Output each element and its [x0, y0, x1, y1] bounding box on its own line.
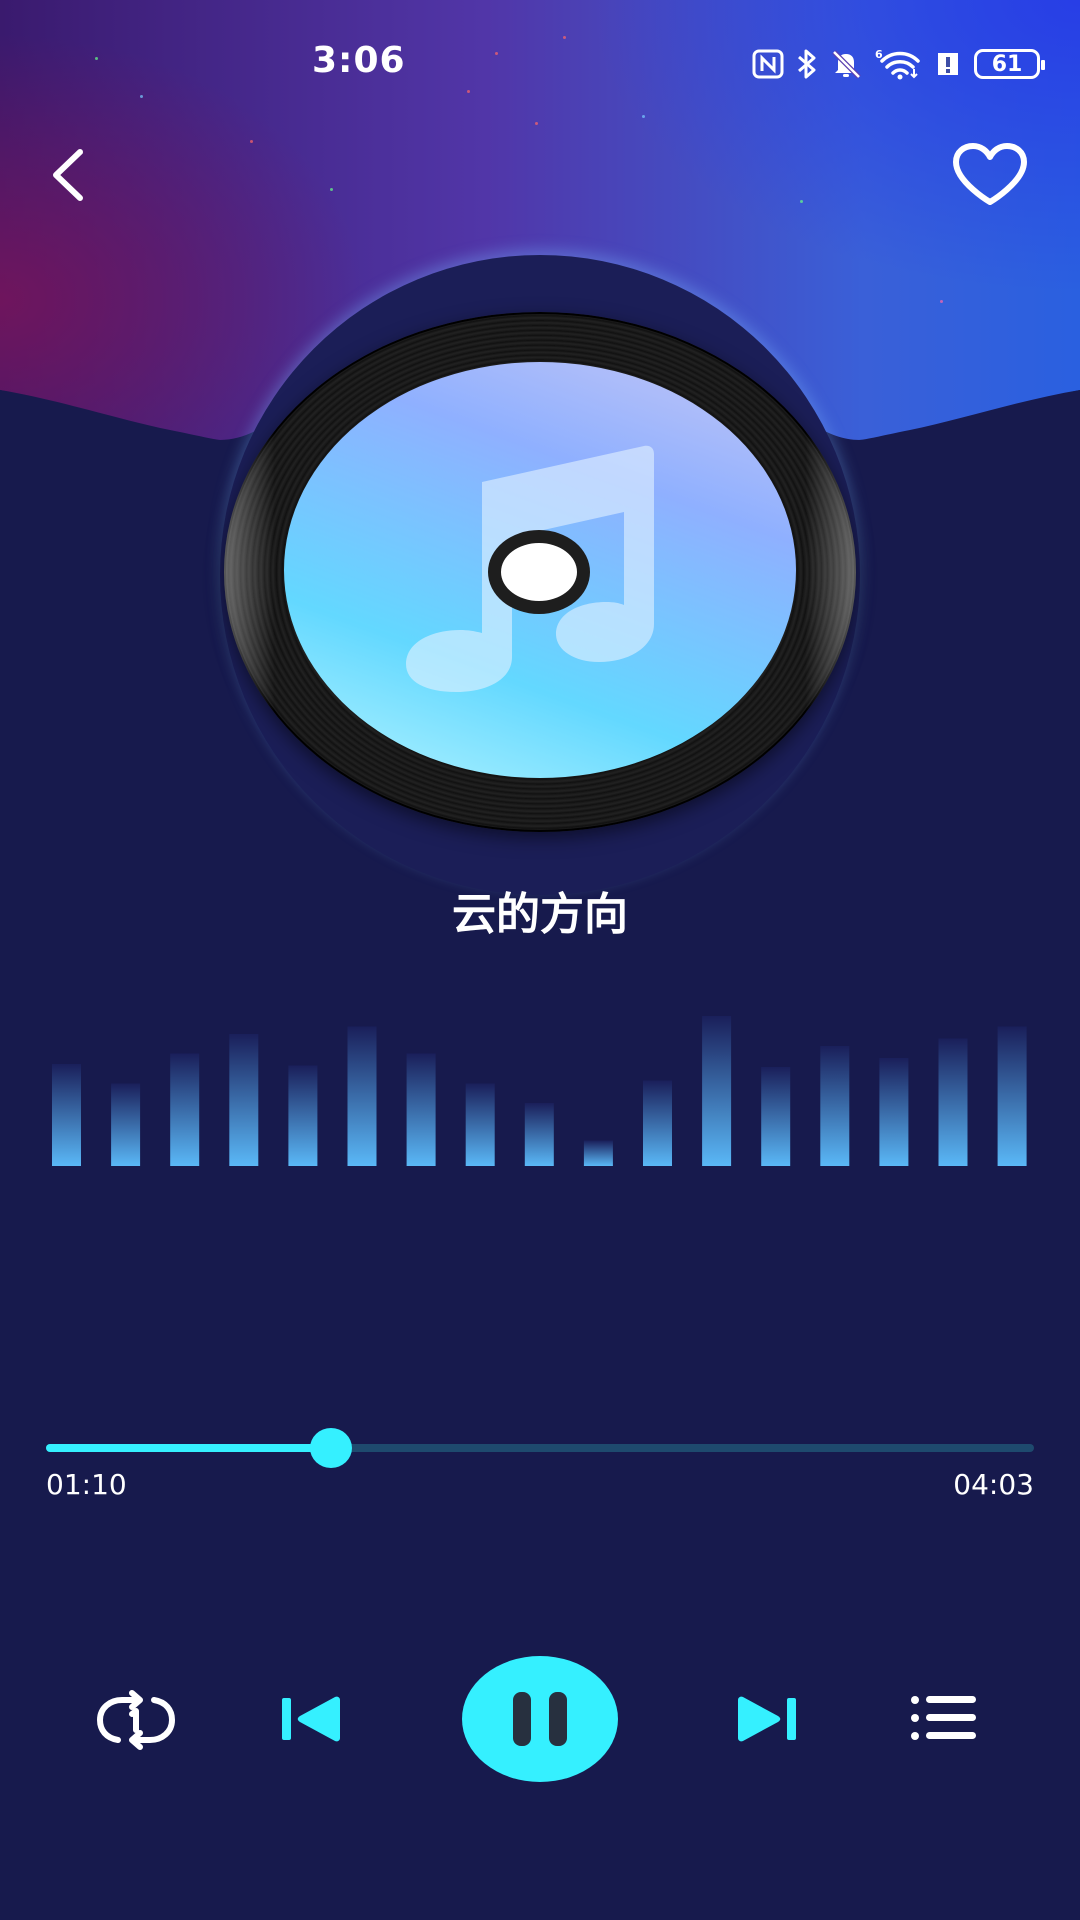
previous-button[interactable] — [282, 1694, 344, 1744]
pause-icon — [513, 1692, 567, 1746]
bluetooth-icon — [798, 49, 816, 79]
alert-icon — [938, 53, 958, 75]
decor-star — [535, 122, 538, 125]
audio-visualizer — [52, 1016, 1027, 1166]
total-duration: 04:03 — [953, 1468, 1034, 1501]
visualizer-bar — [288, 1065, 318, 1166]
visualizer-bar — [52, 1064, 81, 1166]
skip-next-icon — [738, 1696, 796, 1742]
decor-star — [563, 36, 566, 39]
visualizer-bar — [761, 1067, 791, 1166]
decor-star — [940, 300, 943, 303]
status-bar-icons: 6 61 — [752, 46, 1045, 82]
playlist-button[interactable] — [910, 1694, 978, 1742]
decor-star — [250, 140, 253, 143]
decor-star — [467, 90, 470, 93]
song-title: 云的方向 — [452, 889, 628, 940]
current-time: 01:10 — [46, 1468, 127, 1501]
battery-level: 61 — [991, 51, 1023, 77]
visualizer-bar — [879, 1058, 909, 1166]
next-button[interactable] — [734, 1694, 796, 1744]
mute-bell-icon — [832, 50, 861, 79]
visualizer-bar — [938, 1038, 968, 1166]
visualizer-bar — [702, 1016, 732, 1166]
visualizer-bar — [524, 1103, 554, 1166]
visualizer-bar — [347, 1026, 377, 1166]
visualizer-bar — [820, 1046, 850, 1166]
decor-star — [642, 115, 645, 118]
decor-star — [495, 52, 498, 55]
decor-star — [140, 95, 143, 98]
music-player-screen: 3:06 6 61 云的方向 01:10 04:03 — [0, 0, 1080, 1920]
visualizer-bar — [465, 1083, 495, 1166]
wifi-6-icon: 6 — [875, 48, 920, 80]
nfc-icon — [752, 49, 784, 79]
visualizer-bar — [170, 1053, 200, 1166]
progress-fill — [46, 1444, 331, 1452]
progress-thumb[interactable] — [309, 1428, 352, 1468]
repeat-one-icon — [97, 1690, 175, 1750]
visualizer-bar — [111, 1083, 141, 1166]
favorite-button[interactable] — [950, 142, 1030, 208]
visualizer-bar — [229, 1034, 259, 1166]
progress-bar[interactable] — [46, 1428, 1034, 1468]
visualizer-bar — [406, 1053, 436, 1166]
battery-icon: 61 — [974, 49, 1045, 79]
visualizer-bar — [643, 1080, 672, 1166]
skip-previous-icon — [282, 1696, 340, 1742]
visualizer-bar — [583, 1140, 613, 1166]
status-bar-time: 3:06 — [312, 40, 406, 81]
back-button[interactable] — [40, 140, 100, 210]
repeat-button[interactable] — [96, 1690, 176, 1750]
decor-star — [95, 57, 98, 60]
decor-star — [330, 188, 333, 191]
visualizer-bar — [997, 1026, 1027, 1166]
decor-star — [800, 200, 803, 203]
disc-center-hole — [488, 530, 590, 614]
chevron-left-icon — [53, 149, 83, 201]
playlist-icon — [911, 1696, 976, 1740]
play-pause-button[interactable] — [462, 1656, 618, 1782]
heart-outline-icon — [953, 143, 1027, 205]
